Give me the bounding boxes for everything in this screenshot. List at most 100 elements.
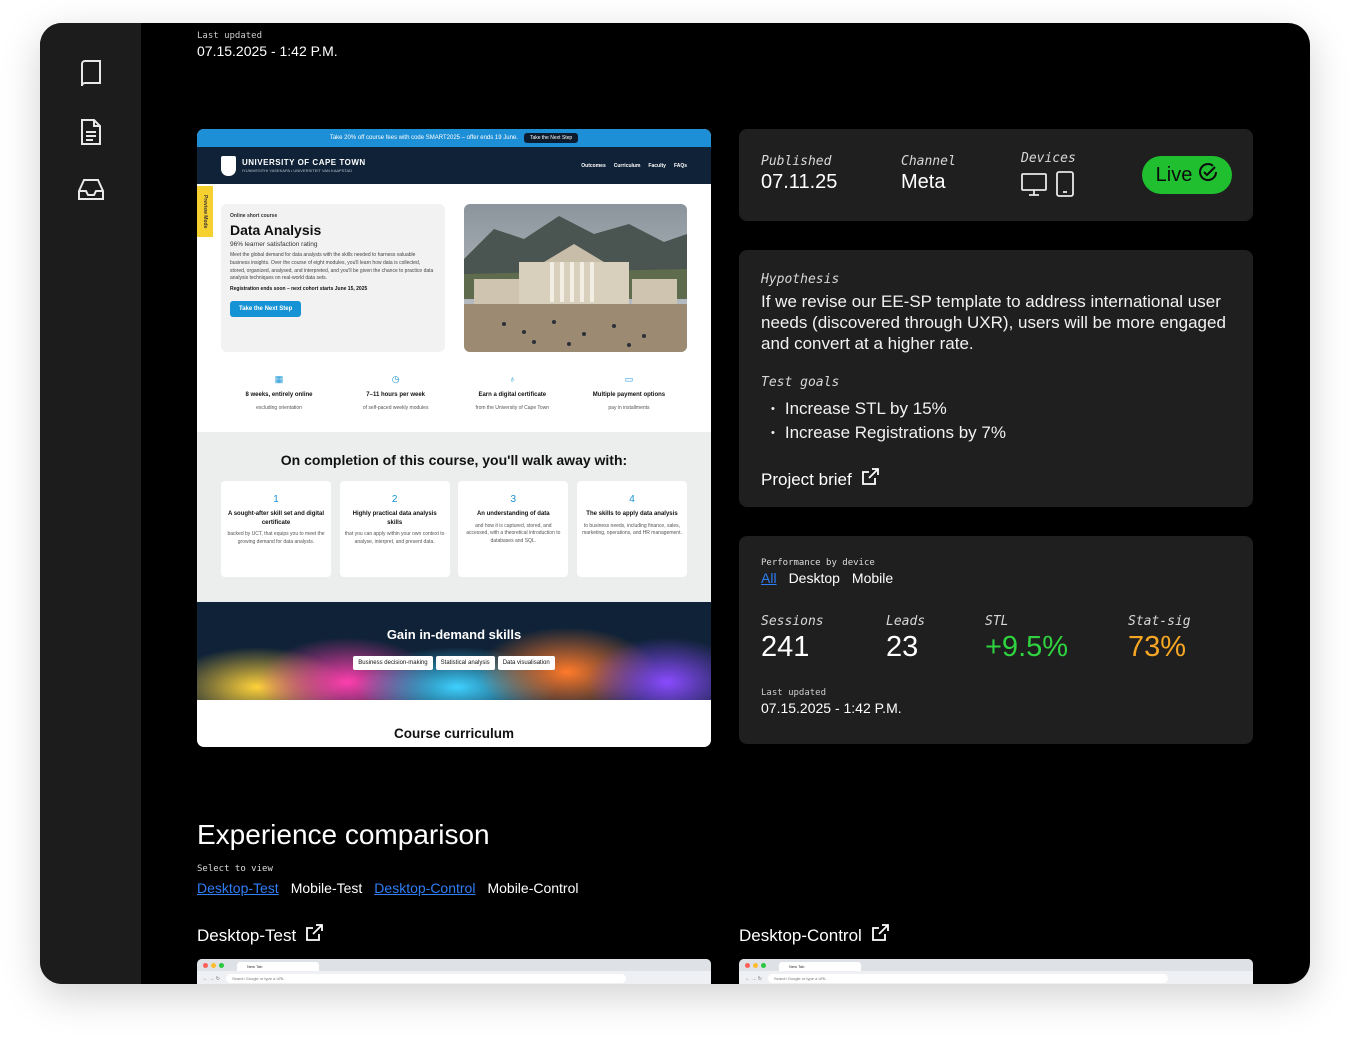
- hero-cta-button[interactable]: Take the Next Step: [230, 301, 302, 317]
- metric-value: 241: [761, 631, 810, 663]
- metric-leads: Leads 23: [886, 614, 985, 664]
- outcome-title: The skills to apply data analysis: [586, 511, 678, 517]
- external-link-icon: [871, 924, 889, 947]
- calendar-icon: ▦: [274, 374, 284, 384]
- metric-label: Sessions: [761, 614, 824, 629]
- metric-label: Stat-sig: [1128, 614, 1191, 629]
- outcome-title: Highly practical data analysis skills: [352, 511, 437, 526]
- outcome-sub: and how it is captured, stored, and acce…: [466, 522, 561, 545]
- close-dot-icon: [745, 962, 750, 968]
- project-brief-link[interactable]: Project brief: [761, 468, 1231, 491]
- tab-mobile[interactable]: Mobile: [852, 570, 893, 586]
- published-value: 07.11.25: [761, 171, 838, 193]
- tab-mobile-test[interactable]: Mobile-Test: [291, 880, 363, 896]
- feature-title: Multiple payment options: [592, 392, 666, 398]
- crest-icon: [221, 155, 236, 176]
- channel-label: Channel: [901, 154, 956, 169]
- award-icon: ♁: [508, 374, 516, 384]
- outcome-number: 2: [391, 494, 398, 505]
- status-label: Live: [1155, 163, 1193, 186]
- last-updated-value: 07.15.2025 - 1:42 P.M.: [197, 43, 338, 59]
- hypothesis-label: Hypothesis: [761, 272, 840, 287]
- campus-photo: [464, 204, 687, 352]
- feature-title: 7–11 hours per week: [366, 392, 425, 398]
- promo-banner: Take 20% off course fees with code SMART…: [197, 129, 711, 147]
- metric-stl: STL +9.5%: [985, 614, 1128, 664]
- goal-item: Increase STL by 15%: [761, 398, 1231, 422]
- metric-stat-sig: Stat-sig 73%: [1128, 614, 1191, 664]
- hero-rating: 96% learner satisfaction rating: [230, 241, 318, 248]
- minimize-dot-icon: [211, 962, 216, 968]
- skill-chips: Business decision-making Statistical ana…: [197, 656, 711, 670]
- hero-title: Data Analysis: [230, 222, 322, 238]
- hero-registration: Registration ends soon – next cohort sta…: [230, 286, 368, 292]
- tab-desktop-test[interactable]: Desktop-Test: [197, 880, 279, 896]
- book-icon[interactable]: [77, 60, 105, 88]
- desktop-test-browser-preview[interactable]: New Tab ← → ↻ Search Google or type a UR…: [197, 959, 711, 984]
- feature-sub: pay in installments: [608, 405, 650, 411]
- external-link-icon: [861, 468, 879, 491]
- close-dot-icon: [203, 962, 208, 968]
- paint-splash-image: [197, 627, 711, 700]
- site-nav-links: Outcomes Curriculum Faculty FAQs: [581, 163, 687, 169]
- maximize-dot-icon: [219, 962, 224, 968]
- tab-mobile-control[interactable]: Mobile-Control: [487, 880, 578, 896]
- hypothesis-text: If we revise our EE-SP template to addre…: [761, 292, 1226, 353]
- promo-text: Take 20% off course fees with code SMART…: [329, 135, 518, 141]
- project-brief-label: Project brief: [761, 469, 852, 489]
- mobile-icon: [1056, 171, 1074, 202]
- nav-arrows-icon: ← → ↻: [203, 975, 220, 982]
- hero-card: Online short course Data Analysis 96% le…: [221, 204, 445, 352]
- last-updated: Last updated 07.15.2025 - 1:42 P.M.: [197, 31, 338, 59]
- comparison-title: Experience comparison: [197, 819, 490, 850]
- app-window: Last updated 07.15.2025 - 1:42 P.M. Take…: [40, 23, 1310, 984]
- inbox-icon[interactable]: [77, 176, 105, 204]
- feature-title: 8 weeks, entirely online: [245, 392, 313, 398]
- sidebar: [40, 23, 141, 984]
- completion-section: On completion of this course, you'll wal…: [197, 432, 711, 602]
- nav-faqs[interactable]: FAQs: [674, 163, 687, 169]
- desktop-test-link[interactable]: Desktop-Test: [197, 924, 324, 947]
- panel-updated-label: Last updated: [761, 688, 827, 698]
- desktop-control-heading: Desktop-Control: [739, 925, 862, 945]
- performance-label: Performance by device: [761, 558, 875, 568]
- brand-name: UNIVERSITY OF CAPE TOWN: [242, 158, 366, 167]
- feature-item: ▭ Multiple payment options pay in instal…: [571, 374, 687, 411]
- live-status-badge[interactable]: Live: [1142, 156, 1232, 194]
- desktop-control-browser-preview[interactable]: New Tab ← → ↻ Search Google or type a UR…: [739, 959, 1253, 984]
- goals-label: Test goals: [761, 375, 840, 390]
- desktop-control-link[interactable]: Desktop-Control: [739, 924, 889, 947]
- browser-tab: New Tab: [779, 962, 861, 971]
- outcome-card: 2 Highly practical data analysis skills …: [339, 481, 450, 577]
- browser-tabbar: New Tab: [197, 959, 711, 971]
- clock-icon: ◷: [391, 374, 400, 384]
- check-circle-icon: [1198, 162, 1218, 188]
- tab-all[interactable]: All: [761, 570, 777, 586]
- course-features: ▦ 8 weeks, entirely online excluding ori…: [221, 374, 687, 411]
- feature-sub: excluding orientation: [256, 405, 302, 411]
- tab-desktop-control[interactable]: Desktop-Control: [374, 880, 475, 896]
- panel-updated-value: 07.15.2025 - 1:42 P.M.: [761, 700, 902, 716]
- goal-item: Increase Registrations by 7%: [761, 422, 1231, 446]
- hypothesis-panel: Hypothesis If we revise our EE-SP templa…: [739, 250, 1253, 507]
- panel-last-updated: Last updated 07.15.2025 - 1:42 P.M.: [761, 688, 1231, 716]
- landing-page-preview[interactable]: Take 20% off course fees with code SMART…: [197, 129, 711, 747]
- nav-faculty[interactable]: Faculty: [648, 163, 666, 169]
- outcome-sub: backed by UCT, that equips you to meet t…: [227, 531, 325, 546]
- browser-url-bar: Search Google or type a URL: [225, 974, 626, 983]
- promo-button[interactable]: Take the Next Step: [523, 133, 579, 143]
- uct-logo[interactable]: UNIVERSITY OF CAPE TOWN IYUNIVESITHI YAS…: [221, 155, 366, 176]
- metric-value: 73%: [1128, 631, 1187, 663]
- desktop-icon: [1021, 173, 1047, 202]
- browser-toolbar: ← → ↻ Search Google or type a URL: [739, 971, 1253, 984]
- skill-chip: Data visualisation: [497, 656, 555, 670]
- tab-desktop[interactable]: Desktop: [789, 570, 840, 586]
- nav-outcomes[interactable]: Outcomes: [581, 163, 605, 169]
- nav-curriculum[interactable]: Curriculum: [614, 163, 641, 169]
- completion-title: On completion of this course, you'll wal…: [280, 452, 628, 468]
- document-icon[interactable]: [77, 118, 105, 146]
- outcome-sub: to business needs, including finance, sa…: [582, 522, 682, 537]
- feature-sub: from the University of Cape Town: [475, 405, 550, 411]
- channel-value: Meta: [901, 171, 946, 193]
- outcome-title: A sought-after skill set and digital cer…: [227, 511, 325, 526]
